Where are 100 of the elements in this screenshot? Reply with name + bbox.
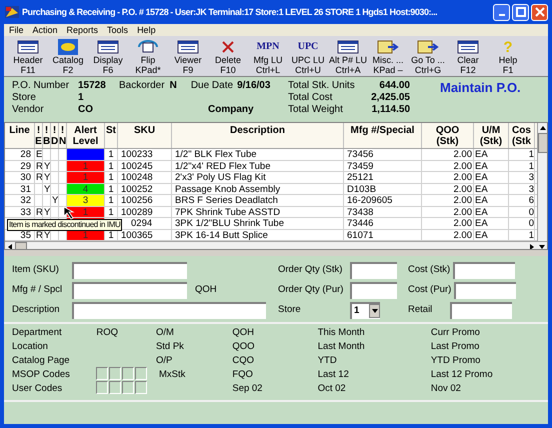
table-cell: 1 bbox=[528, 160, 534, 171]
table-cell: 2'x3' Poly US Flag Kit bbox=[175, 172, 266, 182]
menu-item[interactable]: Help bbox=[137, 26, 156, 34]
table-cell: 2.00 bbox=[454, 149, 472, 160]
minimize-button[interactable] bbox=[493, 4, 510, 20]
scrollbar-thumb[interactable] bbox=[15, 242, 27, 249]
input-field[interactable] bbox=[454, 282, 516, 298]
field-label: Cost (Stk) bbox=[408, 262, 450, 277]
toolbar-button[interactable]: UPC UPC LU Ctrl+U bbox=[288, 39, 328, 75]
column-header[interactable]: Line bbox=[5, 123, 35, 148]
toolbar-button[interactable]: Catalog F2 bbox=[48, 39, 88, 75]
table-cell: 2.00 bbox=[454, 184, 472, 194]
info-label: Nov 02 bbox=[430, 382, 462, 396]
window-icon bbox=[16, 40, 40, 54]
toolbar-button[interactable]: Flip KPad* bbox=[128, 39, 168, 75]
column-header[interactable]: ! B bbox=[43, 123, 51, 148]
scroll-down-arrow-icon[interactable] bbox=[537, 242, 547, 249]
toolbar-button[interactable]: Clear F12 bbox=[448, 39, 488, 75]
column-header[interactable]: QOO (Stk) bbox=[422, 123, 474, 148]
code-box[interactable] bbox=[122, 381, 134, 394]
column-header[interactable]: SKU bbox=[118, 123, 172, 148]
input-field[interactable] bbox=[72, 282, 187, 298]
vertical-scrollbar[interactable] bbox=[537, 123, 547, 241]
table-cell: EA bbox=[475, 218, 488, 228]
field-value: N bbox=[170, 80, 177, 92]
column-header[interactable]: St bbox=[105, 123, 118, 148]
table-cell: EA bbox=[475, 172, 488, 182]
menu-item[interactable]: Tools bbox=[107, 26, 128, 34]
table-cell: 1/2" BLK Flex Tube bbox=[175, 149, 257, 160]
column-header[interactable]: ! D bbox=[51, 123, 59, 148]
menu-item[interactable]: File bbox=[9, 26, 24, 34]
mouse-pointer-icon bbox=[63, 206, 77, 220]
info-label: MxStk bbox=[158, 368, 186, 382]
code-box[interactable] bbox=[135, 367, 148, 380]
toolbar-button[interactable]: Display F6 bbox=[88, 39, 128, 75]
toolbar-button[interactable]: MPN Mfg LU Ctrl+L bbox=[248, 39, 288, 75]
table-cell: E bbox=[36, 149, 42, 160]
toolbar-button[interactable]: Misc. ... KPad – bbox=[368, 39, 408, 75]
window-icon bbox=[176, 40, 200, 54]
column-header[interactable]: Cos (Stk bbox=[509, 123, 535, 148]
toolbar-button[interactable]: Go To ... Ctrl+G bbox=[408, 39, 448, 75]
table-cell: 1 bbox=[108, 172, 114, 182]
scrollbar-thumb[interactable] bbox=[538, 133, 547, 153]
input-field[interactable] bbox=[350, 262, 397, 278]
code-box[interactable] bbox=[109, 381, 122, 394]
horizontal-scrollbar[interactable] bbox=[5, 241, 547, 249]
table-cell: 1/2"x4' RED Flex Tube bbox=[175, 160, 270, 171]
folder-arrow-icon bbox=[416, 39, 440, 55]
table-cell: EA bbox=[475, 206, 488, 217]
alert-level-cell: 4 bbox=[67, 184, 105, 194]
info-label: YTD Promo bbox=[430, 354, 482, 368]
input-field[interactable] bbox=[72, 302, 266, 318]
table-cell: Y bbox=[44, 184, 50, 194]
toolbar-button[interactable]: Header F11 bbox=[8, 39, 48, 75]
code-box[interactable] bbox=[122, 367, 134, 380]
table-cell: 3PK 16-14 Butt Splice bbox=[175, 230, 268, 240]
column-header[interactable]: ! N bbox=[59, 123, 67, 148]
icon-text: UPC bbox=[298, 40, 318, 54]
column-header[interactable]: Description bbox=[172, 123, 344, 148]
toolbar-button[interactable]: Alt P# LU Ctrl+A bbox=[328, 39, 368, 75]
minimize-icon bbox=[498, 14, 504, 16]
info-label: Last 12 Promo bbox=[430, 368, 494, 382]
table-cell: 73438 bbox=[347, 206, 374, 217]
table-cell: 1 bbox=[108, 206, 114, 217]
tooltip: Item is marked discontinued in IMU bbox=[7, 219, 122, 231]
toolbar-button[interactable]: Delete F10 bbox=[208, 39, 248, 75]
maximize-button[interactable] bbox=[512, 4, 529, 20]
table-cell: 2.00 bbox=[454, 230, 472, 240]
column-header[interactable]: Alert Level bbox=[67, 123, 105, 148]
input-field[interactable] bbox=[450, 302, 512, 318]
column-header[interactable]: U/M (Stk) bbox=[474, 123, 509, 148]
column-header[interactable]: Mfg #/Special bbox=[344, 123, 422, 148]
field-label: Description bbox=[12, 302, 61, 317]
store-dropdown[interactable]: 1 bbox=[350, 302, 380, 318]
code-box[interactable] bbox=[96, 381, 108, 394]
toolbar-button[interactable]: Viewer F9 bbox=[168, 39, 208, 75]
input-field[interactable] bbox=[72, 262, 187, 278]
table-cell: EA bbox=[475, 195, 488, 206]
table-cell: 100252 bbox=[121, 184, 153, 194]
menu-item[interactable]: Reports bbox=[66, 26, 98, 34]
code-box[interactable] bbox=[96, 367, 108, 380]
menu-item[interactable]: Action bbox=[32, 26, 58, 34]
code-box[interactable] bbox=[135, 381, 148, 394]
table-cell: 2.00 bbox=[454, 218, 472, 228]
table-cell: Y bbox=[44, 206, 50, 217]
field-label: Total Cost bbox=[288, 92, 332, 104]
close-button[interactable] bbox=[531, 4, 548, 20]
table-cell: 100245 bbox=[121, 160, 153, 171]
code-box[interactable] bbox=[109, 367, 122, 380]
table-cell: 1 bbox=[108, 160, 114, 171]
input-field[interactable] bbox=[350, 282, 397, 298]
toolbar-button[interactable]: ? Help F1 bbox=[488, 39, 528, 75]
info-label: Last Promo bbox=[430, 340, 480, 354]
table-cell: 100365 bbox=[121, 230, 153, 240]
input-field[interactable] bbox=[453, 262, 516, 278]
table-cell: 73456 bbox=[347, 149, 374, 160]
column-header[interactable]: ! E bbox=[35, 123, 43, 148]
table-cell: 32 bbox=[20, 195, 31, 206]
field-label: Order Qty (Pur) bbox=[278, 282, 344, 297]
alert-level-cell: 1 bbox=[67, 172, 105, 182]
